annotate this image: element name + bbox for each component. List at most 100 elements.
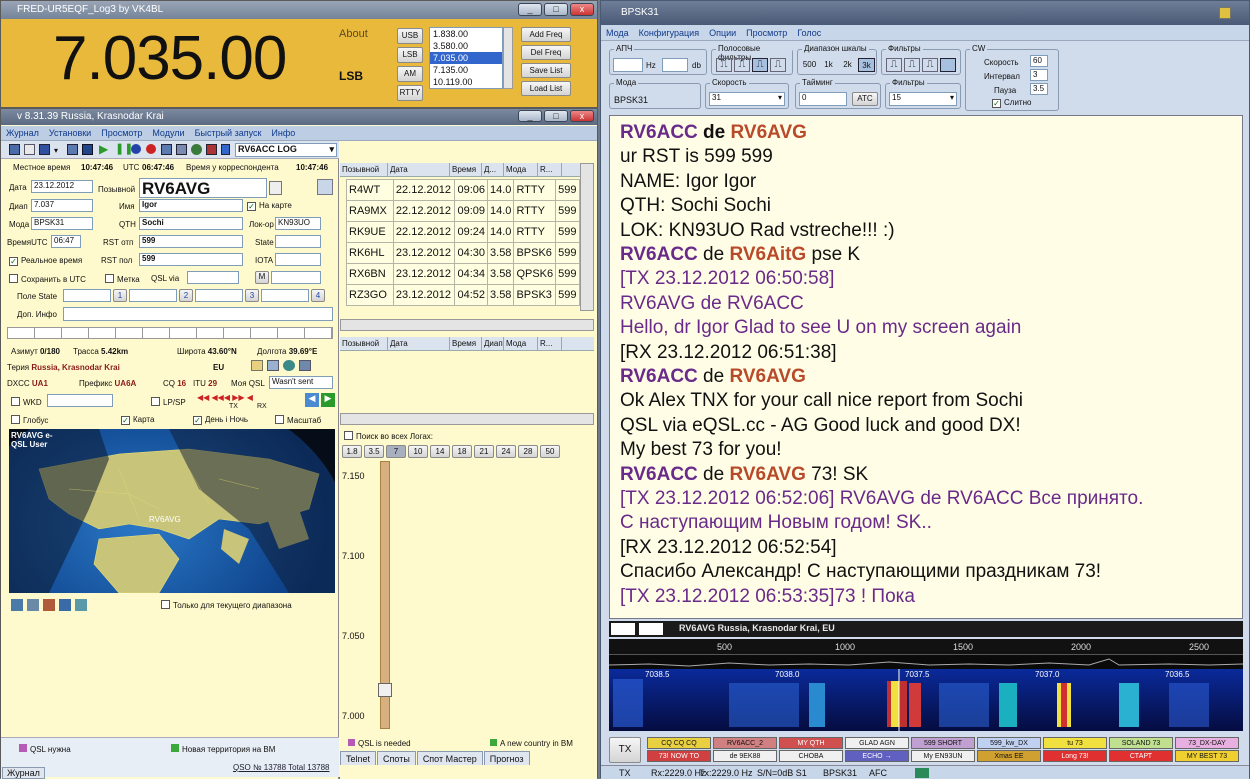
table-row[interactable]: R4WT 22.12.2012 09:06 14.0 RTTY 599 [346,179,580,201]
filter-d-icon[interactable] [940,58,956,72]
state-number-2[interactable]: 2 [179,289,193,302]
band-button-3.5[interactable]: 3.5 [364,445,384,458]
realtime-checkbox[interactable]: ✓ Реальное время [9,256,82,266]
window-menu-icon[interactable] [1219,7,1231,19]
apch-db-field[interactable] [662,58,688,72]
map-tool-2-icon[interactable] [27,599,39,611]
tab-спот-мастер[interactable]: Спот Мастер [416,751,483,765]
myqsl-select[interactable]: Wasn't sent [269,376,333,389]
time-field[interactable]: 06:47 [51,235,81,248]
state-field-3[interactable] [195,289,243,302]
freq-list-item[interactable]: 1.838.00 [430,28,502,40]
table-header-cell[interactable]: Мода [504,163,538,176]
load-list-button[interactable]: Load List [521,81,571,96]
dropdown-icon[interactable]: ▾ [54,146,58,155]
state-number-4[interactable]: 4 [311,289,325,302]
map-tool-4-icon[interactable] [59,599,71,611]
table-header-cell[interactable]: R... [538,163,562,176]
band-button-28[interactable]: 28 [518,445,538,458]
freq-list-item[interactable]: 10.119.00 [430,76,502,88]
macro-button[interactable]: 73_DX-DAY [1175,737,1239,749]
qsl-card-icon[interactable] [251,360,263,371]
minimize-button[interactable]: _ [518,3,542,16]
filter-3-icon[interactable]: ⎍ [752,58,768,72]
state-number-1[interactable]: 1 [113,289,127,302]
log-menu-item[interactable]: Просмотр [101,128,142,138]
timing-field[interactable]: 0 [799,92,847,106]
phone-icon[interactable] [299,360,311,371]
band-button-1.8[interactable]: 1.8 [342,445,362,458]
log-menu-item[interactable]: Инфо [271,128,295,138]
macro-button[interactable]: tu 73 [1043,737,1107,749]
filter-b-icon[interactable]: ⎍ [904,58,920,72]
table-header-cell[interactable]: Позывной [340,163,388,176]
close-button[interactable]: x [570,3,594,16]
bpsk-menu-item[interactable]: Конфигурация [639,28,699,38]
filters2-select[interactable]: 15 ▾ [889,92,957,106]
mark-checkbox[interactable]: Метка [105,274,140,284]
state-field[interactable] [275,235,321,248]
cw-pause-field[interactable]: 3.5 [1030,83,1048,95]
email-icon[interactable] [267,360,279,371]
macro-button[interactable]: MY BEST 73 [1175,750,1239,762]
band-field[interactable]: 7.037 [31,199,93,212]
add-freq-button[interactable]: Add Freq [521,27,571,42]
list-icon[interactable] [161,144,172,155]
about-label[interactable]: About [339,28,368,40]
state-field-1[interactable] [63,289,111,302]
scale-checkbox[interactable]: Масштаб [275,415,321,425]
save-icon[interactable] [39,144,50,155]
mode-field[interactable]: BPSK31 [31,217,93,230]
wkd-checkbox[interactable]: WKD [11,397,42,407]
mode-button-am[interactable]: AM [397,66,423,82]
band-scale-cursor[interactable] [378,683,392,697]
receive-text-area[interactable]: RV6ACC de RV6AVG ur RST is 599 599 NAME: I… [609,115,1243,619]
tx-rx-arrows[interactable]: ◀◀ ◀◀◀ ▶▶ ◀ [197,393,253,402]
on-map-checkbox[interactable]: ✓ На карте [247,201,292,211]
lpsp-checkbox[interactable]: LP/SP [151,397,186,407]
arrow-right-icon[interactable]: ▶ [321,393,335,407]
maximize-button[interactable]: □ [544,3,568,16]
extra-info-field[interactable] [63,307,333,321]
open-icon[interactable] [24,144,35,155]
globe-small-icon[interactable] [191,144,202,155]
table-header-cell[interactable]: Дата [388,337,450,350]
waterfall[interactable]: 7038.5 7038.0 7037.5 7037.0 7036.5 [609,669,1243,731]
del-freq-button[interactable]: Del Freq [521,45,571,60]
cw-interval-field[interactable]: 3 [1030,69,1048,81]
speed2-select[interactable]: 31 ▾ [709,92,785,106]
bpsk-menu-item[interactable]: Опции [709,28,736,38]
daynight-checkbox[interactable]: ✓ День і Ночь [193,415,248,425]
table-header-cell[interactable]: Позывной [340,337,388,350]
macro-button[interactable]: CQ CQ CQ [647,737,711,749]
wkd-field[interactable] [47,394,113,407]
filter-2-icon[interactable]: ⎍ [734,58,750,72]
table-row[interactable]: RA9MX 22.12.2012 09:09 14.0 RTTY 599 [346,200,580,222]
table-header-cell[interactable]: Время [450,337,482,350]
band-button-50[interactable]: 50 [540,445,560,458]
macro-button[interactable]: 599 SHORT [911,737,975,749]
log-maximize-button[interactable]: □ [544,110,568,122]
log-menu-item[interactable]: Установки [49,128,91,138]
date-field[interactable]: 23.12.2012 [31,180,93,193]
macro-button[interactable]: ECHO → [845,750,909,762]
macro-button[interactable]: RV6ACC_2 [713,737,777,749]
band-button-14[interactable]: 14 [430,445,450,458]
save-list-button[interactable]: Save List [521,63,571,78]
band-button-21[interactable]: 21 [474,445,494,458]
iota-field[interactable] [275,253,321,266]
loc-field[interactable]: KN93UO [275,217,321,230]
log-name-select[interactable]: RV6ACC LOG ▾ [235,143,337,157]
floppy-icon[interactable] [82,144,93,155]
table-header-cell[interactable]: Дата [388,163,450,176]
tab-journal[interactable]: Журнал [2,767,45,779]
band-button-10[interactable]: 10 [408,445,428,458]
bpsk-menu-item[interactable]: Просмотр [746,28,787,38]
filter-4-icon[interactable]: ⎍ [770,58,786,72]
new-icon[interactable] [9,144,20,155]
state-number-3[interactable]: 3 [245,289,259,302]
filter-a-icon[interactable]: ⎍ [886,58,902,72]
bpsk-menu-item[interactable]: Голос [797,28,821,38]
search-all-checkbox[interactable]: Поиск во всех Логах: [344,431,433,441]
freq-list-item[interactable]: 7.135.00 [430,64,502,76]
